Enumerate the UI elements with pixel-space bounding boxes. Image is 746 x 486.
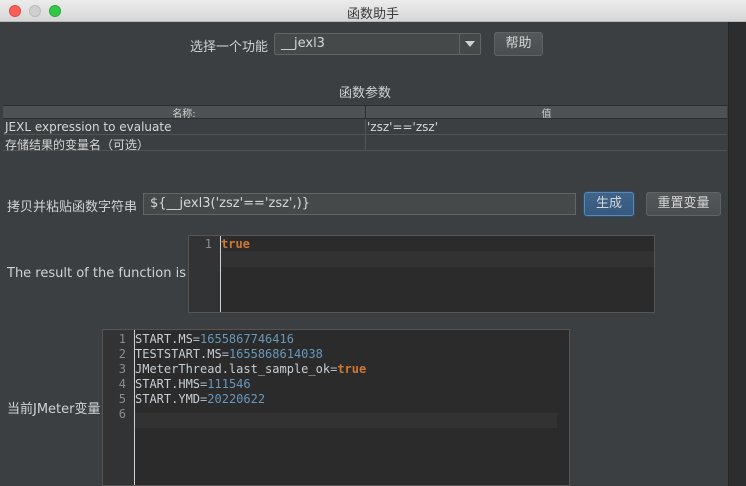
variable-line: START.YMD=20220622 bbox=[135, 392, 266, 406]
param-name-cell[interactable]: JEXL expression to evaluate bbox=[5, 120, 171, 134]
param-name-cell[interactable]: 存储结果的变量名（可选） bbox=[5, 136, 149, 153]
variable-value: 1655868614038 bbox=[228, 347, 323, 361]
variable-key: JMeterThread.last_sample_ok bbox=[135, 362, 331, 376]
variable-key: TESTSTART.MS bbox=[135, 347, 222, 361]
variable-line: JMeterThread.last_sample_ok=true bbox=[135, 362, 367, 376]
result-value: true bbox=[221, 237, 250, 251]
jmeter-variables-label: 当前JMeter变量 bbox=[7, 402, 101, 417]
function-select-label: 选择一个功能 bbox=[190, 40, 269, 55]
function-select-value: __jexl3 bbox=[281, 36, 325, 51]
generate-button[interactable]: 生成 bbox=[584, 192, 634, 216]
help-button[interactable]: 帮助 bbox=[494, 32, 543, 56]
chevron-down-icon[interactable] bbox=[465, 41, 475, 47]
function-string-input[interactable]: ${__jexl3('zsz'=='zsz',)} bbox=[143, 193, 576, 215]
line-number: 2 bbox=[118, 347, 126, 361]
copy-paste-label: 拷贝并粘贴函数字符串 bbox=[7, 200, 138, 215]
param-value-cell[interactable]: 'zsz'=='zsz' bbox=[367, 120, 438, 134]
variable-key: START.MS bbox=[135, 332, 193, 346]
line-number: 6 bbox=[118, 407, 126, 421]
line-number-gutter: 1 bbox=[189, 236, 221, 312]
function-string-value: ${__jexl3('zsz'=='zsz',)} bbox=[150, 196, 310, 211]
function-select-dropdown[interactable]: __jexl3 bbox=[274, 33, 481, 55]
line-number-gutter: 1 2 3 4 5 6 bbox=[103, 330, 135, 485]
current-line-highlight bbox=[135, 413, 557, 428]
variable-value: 20220622 bbox=[207, 392, 266, 406]
function-helper-panel: 选择一个功能 __jexl3 帮助 函数参数 名称: 值 JEXL expres… bbox=[0, 22, 728, 486]
line-number: 1 bbox=[118, 332, 126, 346]
current-line-highlight bbox=[221, 251, 654, 267]
variable-key: START.YMD bbox=[135, 392, 201, 406]
function-params-table: 名称: 值 JEXL expression to evaluate 'zsz'=… bbox=[3, 105, 727, 173]
vertical-scrollbar[interactable] bbox=[728, 22, 746, 486]
line-number: 1 bbox=[204, 237, 212, 251]
variable-line: START.MS=1655867746416 bbox=[135, 332, 294, 346]
line-number: 4 bbox=[118, 377, 126, 391]
dropdown-separator bbox=[459, 34, 460, 54]
column-header-value[interactable]: 值 bbox=[366, 105, 727, 120]
function-params-title: 函数参数 bbox=[339, 86, 392, 101]
variable-line: TESTSTART.MS=1655868614038 bbox=[135, 347, 323, 361]
result-label: The result of the function is bbox=[7, 266, 186, 281]
variable-line: START.HMS=111546 bbox=[135, 377, 251, 391]
jmeter-variables-text-area[interactable]: 1 2 3 4 5 6 START.MS=1655867746416 TESTS… bbox=[102, 329, 570, 486]
variable-value: 1655867746416 bbox=[200, 332, 294, 346]
column-divider-body bbox=[365, 119, 366, 151]
reset-variables-button[interactable]: 重置变量 bbox=[646, 192, 721, 216]
line-number: 5 bbox=[118, 392, 126, 406]
window-titlebar: 函数助手 bbox=[0, 0, 746, 22]
result-text-area[interactable]: 1 true bbox=[188, 235, 655, 313]
column-header-name[interactable]: 名称: bbox=[3, 105, 365, 120]
variable-value: true bbox=[337, 362, 367, 376]
variable-value: 111546 bbox=[207, 377, 251, 391]
table-header: 名称: 值 bbox=[3, 105, 727, 120]
variable-key: START.HMS bbox=[135, 377, 201, 391]
window-title: 函数助手 bbox=[346, 7, 399, 22]
line-number: 3 bbox=[118, 362, 126, 376]
